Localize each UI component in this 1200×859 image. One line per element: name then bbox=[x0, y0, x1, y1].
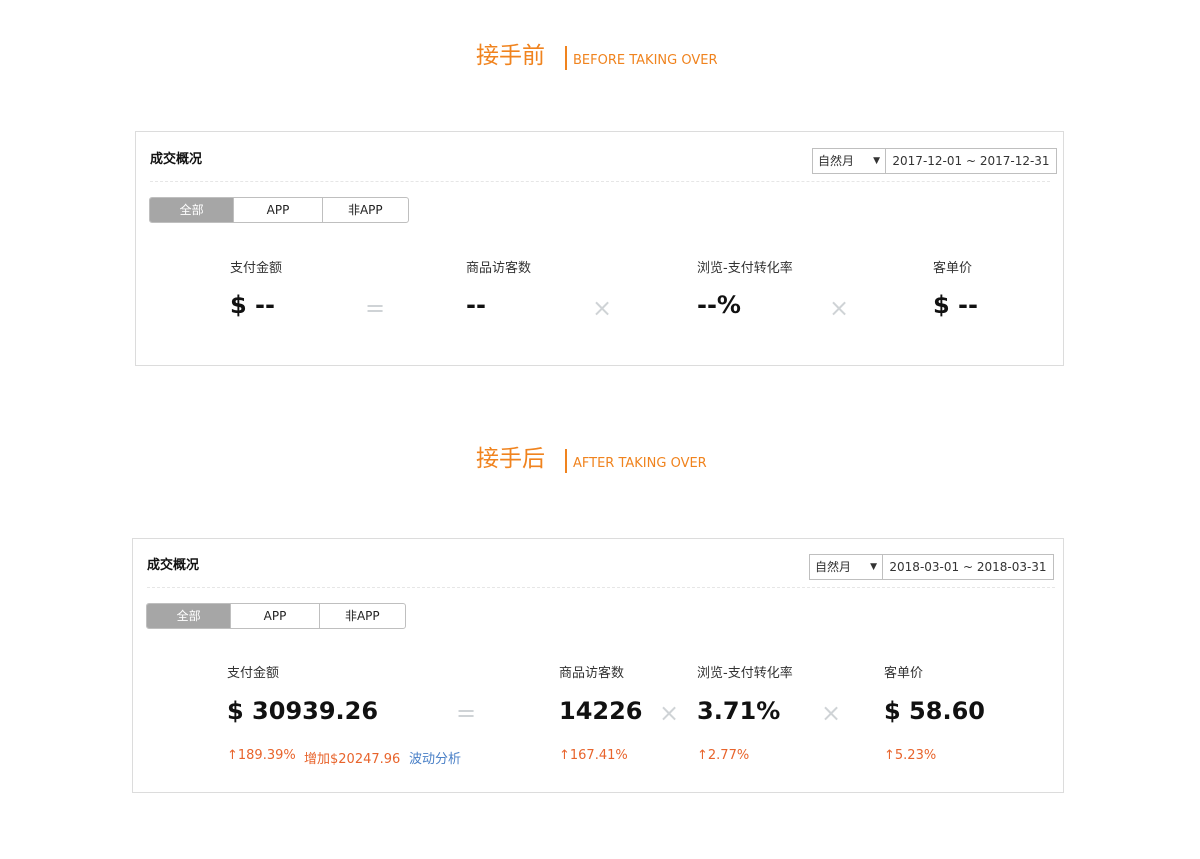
heading-divider bbox=[565, 46, 567, 70]
metric-value-unit-price: $ -- bbox=[933, 291, 978, 319]
period-select-value: 自然月 bbox=[815, 560, 852, 574]
tab-app[interactable]: APP bbox=[233, 198, 321, 222]
date-range-picker[interactable]: 2018-03-01 ~ 2018-03-31 bbox=[882, 554, 1054, 580]
metric-change-unit-price: ↑5.23% bbox=[884, 748, 937, 763]
before-transaction-panel: 成交概况 自然月 ▼ 2017-12-01 ~ 2017-12-31 全部 AP… bbox=[135, 131, 1064, 366]
metric-label-unit-price: 客单价 bbox=[933, 261, 973, 276]
panel-title: 成交概况 bbox=[147, 558, 200, 573]
after-heading-cn: 接手后 bbox=[476, 446, 545, 472]
multiply-sign: × bbox=[592, 294, 613, 322]
period-select-value: 自然月 bbox=[818, 154, 855, 168]
metric-label-unit-price: 客单价 bbox=[884, 666, 924, 681]
tab-all[interactable]: 全部 bbox=[147, 604, 231, 628]
period-select[interactable]: 自然月 ▼ bbox=[809, 554, 883, 580]
equals-sign: = bbox=[365, 294, 386, 322]
before-heading: 接手前 BEFORE TAKING OVER bbox=[476, 42, 717, 70]
tab-all[interactable]: 全部 bbox=[150, 198, 234, 222]
metric-label-conversion: 浏览-支付转化率 bbox=[697, 666, 793, 681]
multiply-sign: × bbox=[659, 699, 680, 727]
metric-value-conversion: 3.71% bbox=[697, 697, 781, 725]
header-divider bbox=[150, 181, 1050, 182]
metric-change-payment: ↑189.39% bbox=[227, 748, 296, 763]
tab-non-app[interactable]: 非APP bbox=[318, 604, 405, 628]
multiply-sign: × bbox=[821, 699, 842, 727]
date-range-picker[interactable]: 2017-12-01 ~ 2017-12-31 bbox=[885, 148, 1057, 174]
after-transaction-panel: 成交概况 自然月 ▼ 2018-03-01 ~ 2018-03-31 全部 AP… bbox=[132, 538, 1064, 793]
metric-value-unit-price: $ 58.60 bbox=[884, 697, 985, 725]
tab-app[interactable]: APP bbox=[230, 604, 318, 628]
metric-value-visitors: 14226 bbox=[559, 697, 643, 725]
header-divider bbox=[147, 587, 1055, 588]
metric-increase-payment: 增加$20247.96 bbox=[304, 752, 401, 767]
metric-label-conversion: 浏览-支付转化率 bbox=[697, 261, 793, 276]
fluctuation-analysis-link[interactable]: 波动分析 bbox=[409, 748, 461, 767]
metric-change-visitors: ↑167.41% bbox=[559, 748, 628, 763]
equals-sign: = bbox=[456, 699, 477, 727]
metric-label-visitors: 商品访客数 bbox=[559, 666, 625, 681]
metric-label-visitors: 商品访客数 bbox=[466, 261, 532, 276]
metric-value-payment: $ 30939.26 bbox=[227, 697, 379, 725]
before-heading-en: BEFORE TAKING OVER bbox=[573, 53, 718, 68]
heading-divider bbox=[565, 449, 567, 473]
metric-label-payment: 支付金额 bbox=[230, 261, 283, 276]
metric-value-visitors: -- bbox=[466, 291, 486, 319]
tab-non-app[interactable]: 非APP bbox=[321, 198, 408, 222]
before-heading-cn: 接手前 bbox=[476, 43, 545, 69]
panel-title: 成交概况 bbox=[150, 152, 203, 167]
metric-value-payment: $ -- bbox=[230, 291, 275, 319]
caret-down-icon: ▼ bbox=[873, 156, 880, 166]
channel-tabs: 全部 APP 非APP bbox=[146, 603, 406, 629]
metric-value-conversion: --% bbox=[697, 291, 741, 319]
period-select[interactable]: 自然月 ▼ bbox=[812, 148, 886, 174]
channel-tabs: 全部 APP 非APP bbox=[149, 197, 409, 223]
caret-down-icon: ▼ bbox=[870, 562, 877, 572]
metric-change-conversion: ↑2.77% bbox=[697, 748, 750, 763]
after-heading: 接手后 AFTER TAKING OVER bbox=[476, 445, 707, 473]
after-heading-en: AFTER TAKING OVER bbox=[573, 456, 707, 471]
multiply-sign: × bbox=[829, 294, 850, 322]
metric-label-payment: 支付金额 bbox=[227, 666, 280, 681]
